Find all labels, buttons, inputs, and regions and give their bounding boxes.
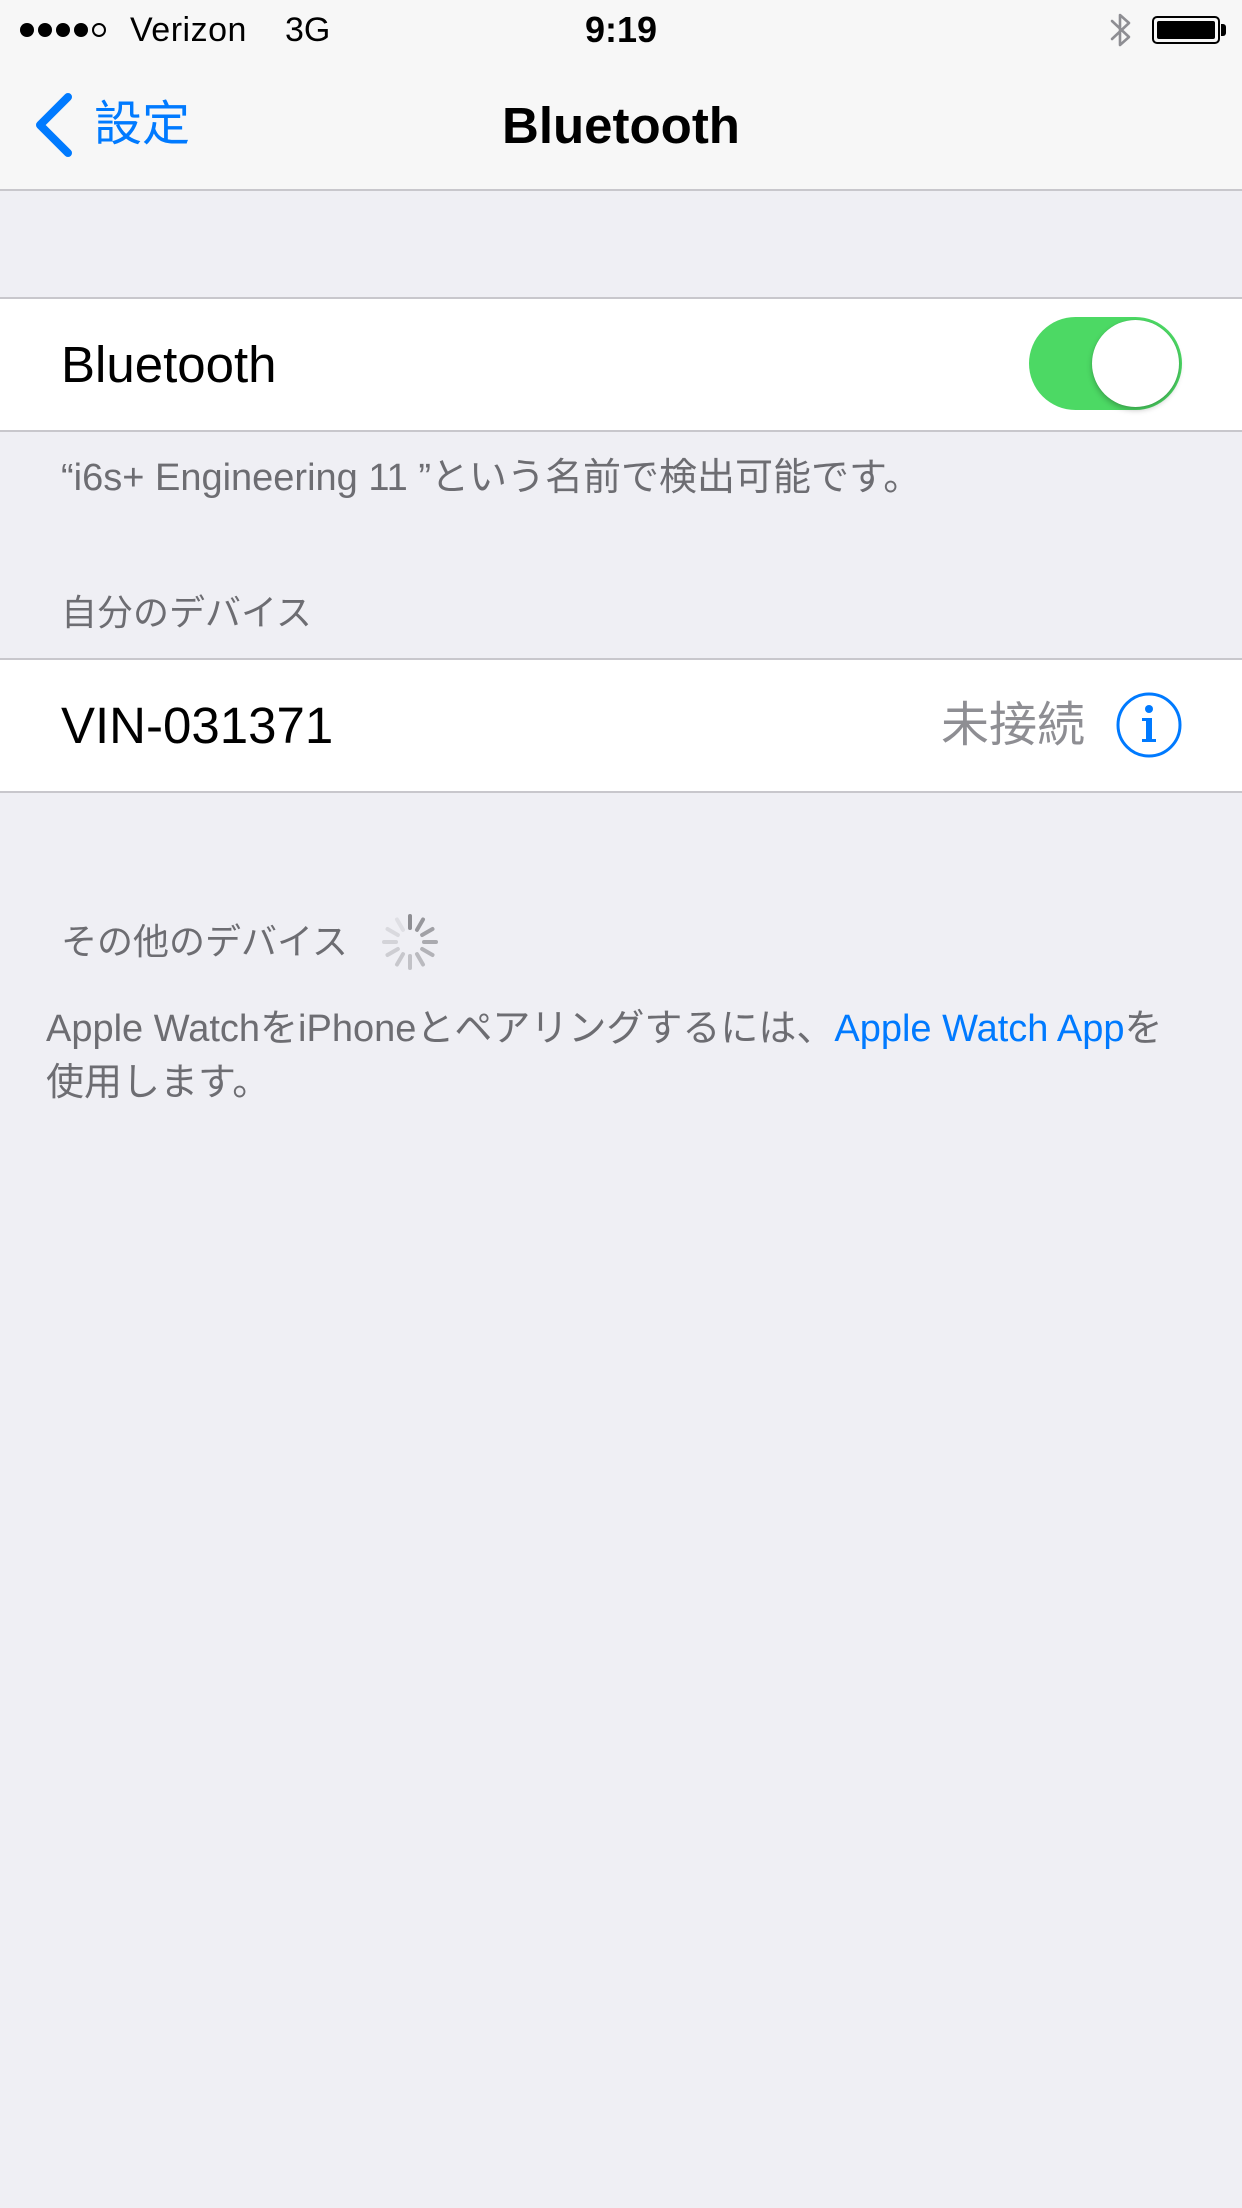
apple-watch-pairing-note: Apple WatchをiPhoneとペアリングするには、Apple Watch…	[46, 1002, 1196, 1110]
bluetooth-label: Bluetooth	[61, 336, 277, 393]
bluetooth-toggle-row: Bluetooth	[0, 297, 1242, 432]
device-status: 未接続	[940, 699, 1085, 752]
device-row[interactable]: VIN-031371 未接続	[0, 658, 1242, 793]
status-time: 9:19	[584, 9, 658, 50]
device-name: VIN-031371	[61, 697, 334, 754]
page-title: Bluetooth	[502, 97, 740, 154]
battery-icon	[1152, 16, 1220, 44]
apple-watch-app-link[interactable]: Apple Watch App	[834, 1008, 1124, 1050]
navigation-bar: 設定 Bluetooth	[0, 60, 1242, 191]
battery-level	[1157, 21, 1215, 39]
bluetooth-icon	[1110, 13, 1131, 47]
other-devices-label: その他のデバイス	[61, 921, 348, 962]
status-bar: Verizon 3G 9:19	[0, 0, 1242, 60]
my-devices-header: 自分のデバイス	[61, 592, 312, 633]
other-devices-header: その他のデバイス	[61, 910, 442, 974]
discoverable-note: “i6s+ Engineering 11 ”という名前で検出可能です。	[61, 457, 922, 499]
pairing-note-prefix: Apple WatchをiPhoneとペアリングするには、	[46, 1008, 835, 1050]
bluetooth-toggle[interactable]	[1029, 317, 1182, 410]
activity-spinner-icon	[381, 914, 438, 970]
info-icon[interactable]	[1115, 691, 1183, 759]
battery-tip	[1221, 24, 1226, 36]
toggle-knob	[1092, 320, 1179, 407]
